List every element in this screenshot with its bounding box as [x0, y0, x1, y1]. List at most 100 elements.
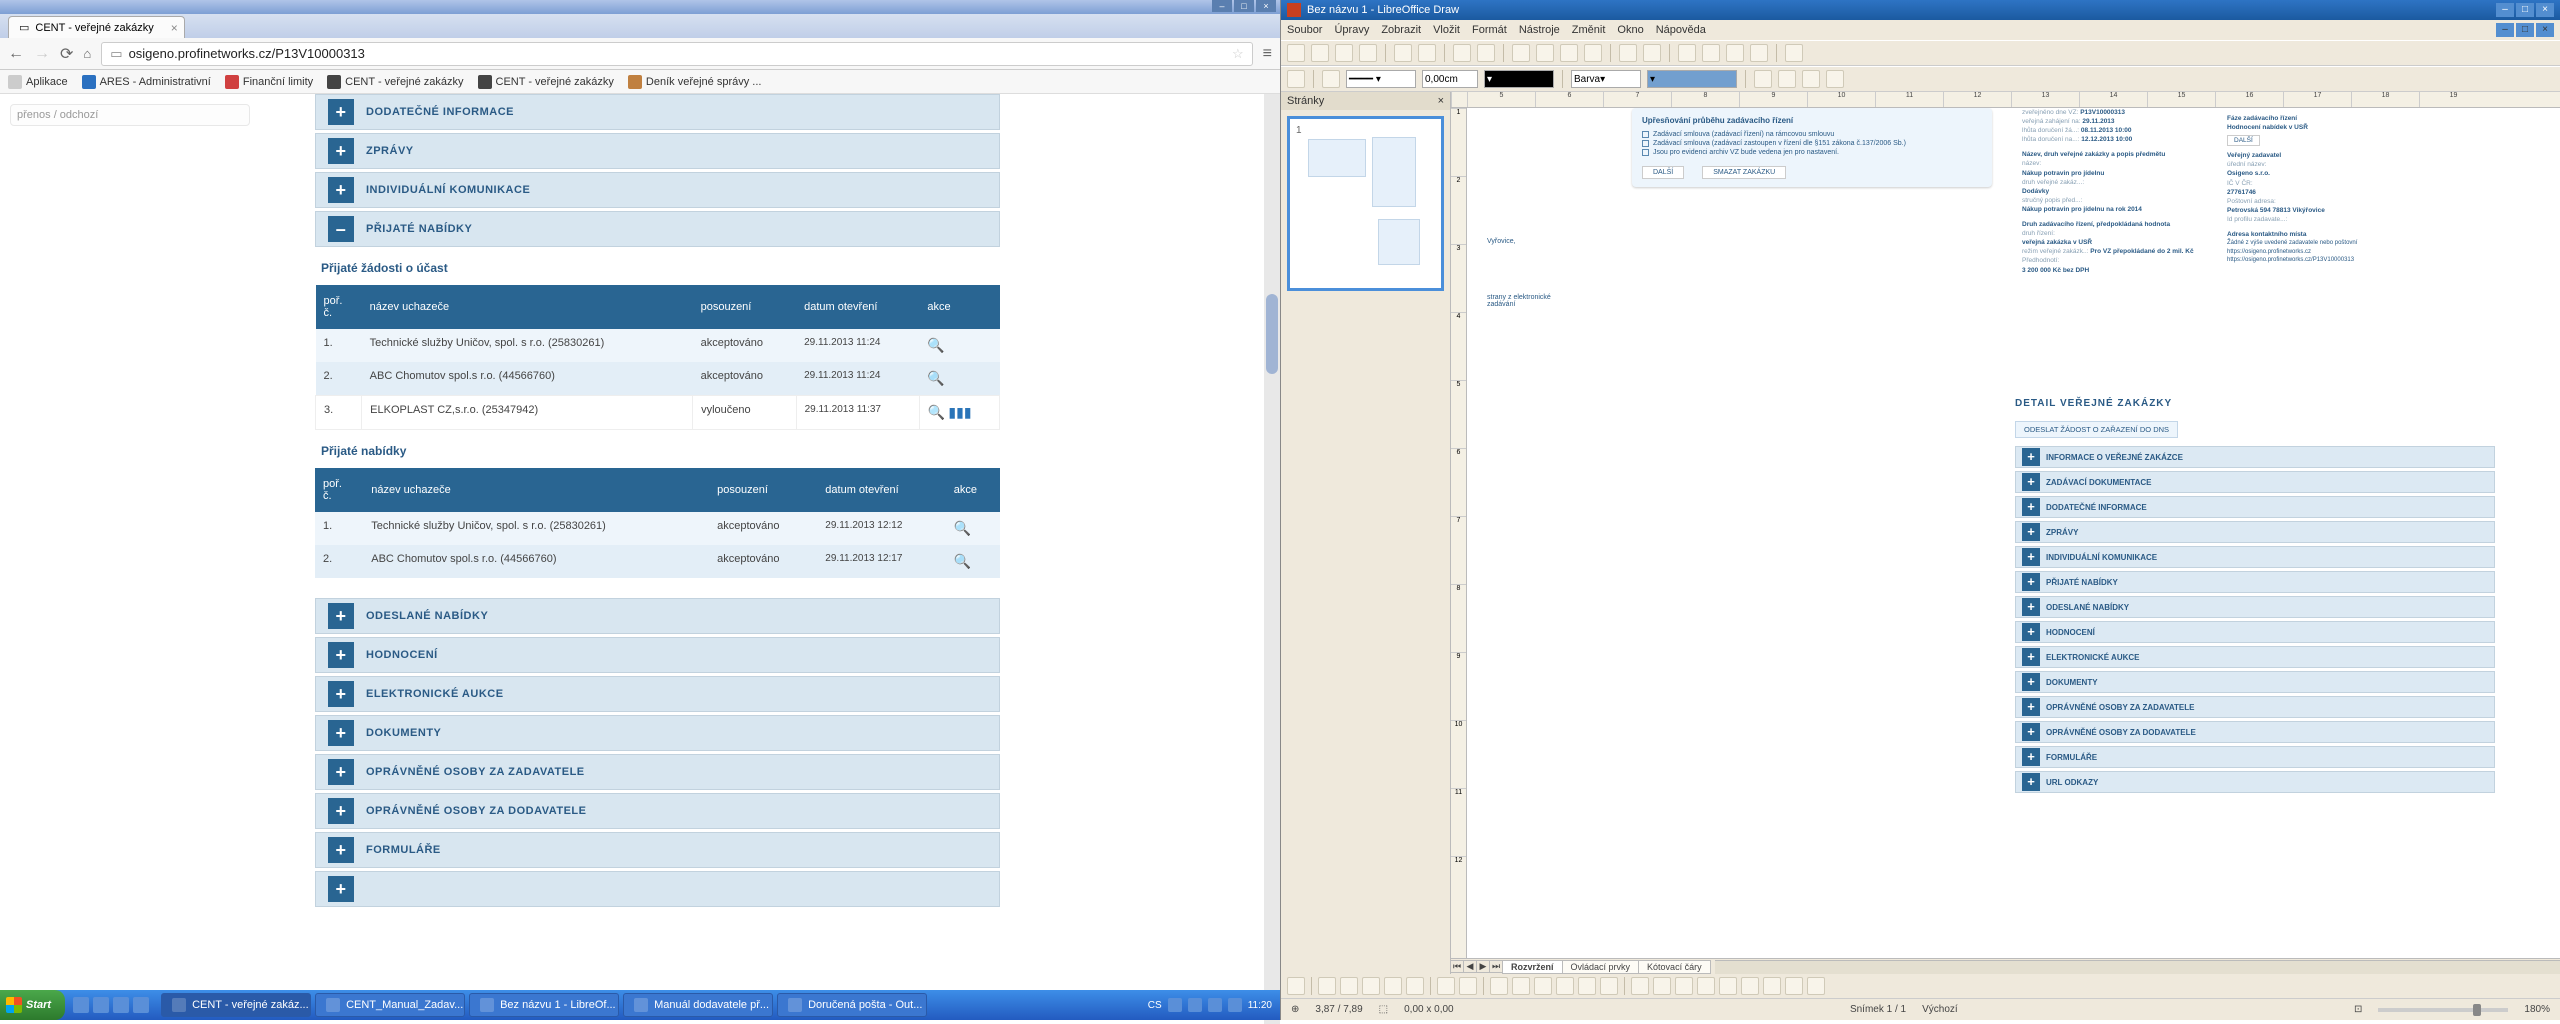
glue-icon[interactable]	[1653, 977, 1671, 995]
star-icon[interactable]: ☆	[1232, 46, 1244, 62]
quick-icon[interactable]	[93, 997, 109, 1013]
extrusion-icon[interactable]	[1807, 977, 1825, 995]
fill-type-combo[interactable]: Barva ▾	[1571, 70, 1641, 88]
doc-close[interactable]: ×	[2536, 23, 2554, 37]
task-cent[interactable]: CENT - veřejné zakáz...	[161, 993, 311, 1017]
magnifier-icon[interactable]: 🔍	[927, 337, 944, 353]
tray-icon[interactable]	[1168, 998, 1182, 1012]
points-icon[interactable]	[1631, 977, 1649, 995]
section-formulare[interactable]: +FORMULÁŘE	[315, 832, 1000, 868]
bookmark[interactable]: Deník veřejné správy ...	[628, 75, 762, 89]
tab-layout[interactable]: Rozvržení	[1502, 960, 1563, 974]
redo-icon[interactable]	[1643, 44, 1661, 62]
arrow-icon[interactable]	[1340, 977, 1358, 995]
menu-format[interactable]: Formát	[1472, 24, 1507, 36]
new-icon[interactable]	[1287, 44, 1305, 62]
url-field[interactable]: ▭ osigeno.profinetworks.cz/P13V10000313 …	[101, 42, 1252, 66]
section-dokumenty[interactable]: +DOKUMENTY	[315, 715, 1000, 751]
cut-icon[interactable]	[1512, 44, 1530, 62]
arrow-style-icon[interactable]	[1287, 70, 1305, 88]
arrange-icon[interactable]	[1785, 977, 1803, 995]
bookmark[interactable]: ARES - Administrativní	[82, 75, 211, 89]
section-opravnene-zad[interactable]: +OPRÁVNĚNÉ OSOBY ZA ZADAVATELE	[315, 754, 1000, 790]
slider-knob[interactable]	[2473, 1004, 2481, 1016]
tab-dimlines[interactable]: Kótovací čáry	[1638, 960, 1711, 974]
window-max[interactable]: □	[1234, 0, 1254, 12]
flowchart-icon[interactable]	[1556, 977, 1574, 995]
home-icon[interactable]: ⌂	[83, 46, 91, 61]
fill-color-combo[interactable]: ▾	[1647, 70, 1737, 88]
magnifier-icon[interactable]: 🔍	[954, 553, 971, 569]
lang-label[interactable]: CS	[1148, 1000, 1162, 1011]
magnifier-icon[interactable]: 🔍	[927, 370, 944, 386]
tray-icon[interactable]	[1208, 998, 1222, 1012]
back-icon[interactable]: ←	[8, 45, 24, 63]
section-dodatecne[interactable]: +DODATEČNÉ INFORMACE	[315, 94, 1000, 130]
page-scrollbar[interactable]	[1264, 94, 1280, 1024]
quick-icon[interactable]	[113, 997, 129, 1013]
section-individualni[interactable]: +INDIVIDUÁLNÍ KOMUNIKACE	[315, 172, 1000, 208]
canvas[interactable]: Vyřovice,strany z elektronickézadávání U…	[1467, 108, 2560, 958]
mail-icon[interactable]	[1359, 44, 1377, 62]
task-outlook[interactable]: Doručená pošta - Out...	[777, 993, 927, 1017]
distribute-icon[interactable]	[1826, 70, 1844, 88]
help-icon[interactable]	[1785, 44, 1803, 62]
task-manual[interactable]: CENT_Manual_Zadav...	[315, 993, 465, 1017]
bookmark[interactable]: Aplikace	[8, 75, 68, 89]
menu-tools[interactable]: Nástroje	[1519, 24, 1560, 36]
bookmark[interactable]: Finanční limity	[225, 75, 313, 89]
line-color-combo[interactable]: ▾	[1484, 70, 1554, 88]
window-min[interactable]: –	[2496, 3, 2514, 17]
line-width-field[interactable]: 0,00cm	[1422, 70, 1478, 88]
forward-icon[interactable]: →	[34, 45, 50, 63]
pointer-icon[interactable]	[1287, 977, 1305, 995]
pdf-icon[interactable]	[1394, 44, 1412, 62]
next-icon[interactable]: ▶	[1476, 960, 1490, 973]
first-icon[interactable]: ⏮	[1450, 960, 1464, 973]
magnifier-icon[interactable]: 🔍	[928, 404, 945, 420]
section-more[interactable]: +	[315, 871, 1000, 907]
undo-icon[interactable]	[1619, 44, 1637, 62]
arrange-icon[interactable]	[1778, 70, 1796, 88]
shadow-icon[interactable]	[1754, 70, 1772, 88]
quick-icon[interactable]	[133, 997, 149, 1013]
chart-icon[interactable]	[1678, 44, 1696, 62]
bookmark[interactable]: CENT - veřejné zakázky	[478, 75, 614, 89]
gallery-icon[interactable]	[1719, 977, 1737, 995]
zoom-slider[interactable]	[2378, 1008, 2508, 1012]
close-panel-icon[interactable]: ×	[1438, 95, 1444, 107]
bar-chart-icon[interactable]: ▮▮▮	[948, 404, 971, 420]
menu-edit[interactable]: Úpravy	[1334, 24, 1369, 36]
tray-icon[interactable]	[1188, 998, 1202, 1012]
prev-icon[interactable]: ◀	[1463, 960, 1477, 973]
last-icon[interactable]: ⏭	[1489, 960, 1503, 973]
section-hodnoceni[interactable]: +HODNOCENÍ	[315, 637, 1000, 673]
window-close[interactable]: ×	[2536, 3, 2554, 17]
zoom-icon[interactable]	[1750, 44, 1768, 62]
save-icon[interactable]	[1335, 44, 1353, 62]
task-manual2[interactable]: Manuál dodavatele př...	[623, 993, 773, 1017]
quick-icon[interactable]	[73, 997, 89, 1013]
menu-icon[interactable]: ≡	[1263, 45, 1272, 63]
clock[interactable]: 11:20	[1248, 1000, 1272, 1011]
tab-controls[interactable]: Ovládací prvky	[1562, 960, 1640, 974]
align-icon[interactable]	[1763, 977, 1781, 995]
menu-help[interactable]: Nápověda	[1656, 24, 1706, 36]
rotate-icon[interactable]	[1741, 977, 1759, 995]
browser-tab[interactable]: ▭ CENT - veřejné zakázky ×	[8, 16, 185, 38]
window-max[interactable]: □	[2516, 3, 2534, 17]
fontwork-icon[interactable]	[1675, 977, 1693, 995]
menu-file[interactable]: Soubor	[1287, 24, 1322, 36]
spell-auto-icon[interactable]	[1477, 44, 1495, 62]
section-zpravy[interactable]: +ZPRÁVY	[315, 133, 1000, 169]
line-style-icon[interactable]	[1322, 70, 1340, 88]
doc-max[interactable]: □	[2516, 23, 2534, 37]
curve-icon[interactable]	[1437, 977, 1455, 995]
connector-icon[interactable]	[1459, 977, 1477, 995]
print-icon[interactable]	[1418, 44, 1436, 62]
section-opravnene-dod[interactable]: +OPRÁVNĚNÉ OSOBY ZA DODAVATELE	[315, 793, 1000, 829]
scroll-thumb[interactable]	[1266, 294, 1278, 374]
navigator-icon[interactable]	[1726, 44, 1744, 62]
window-close[interactable]: ×	[1256, 0, 1276, 12]
rect-icon[interactable]	[1362, 977, 1380, 995]
